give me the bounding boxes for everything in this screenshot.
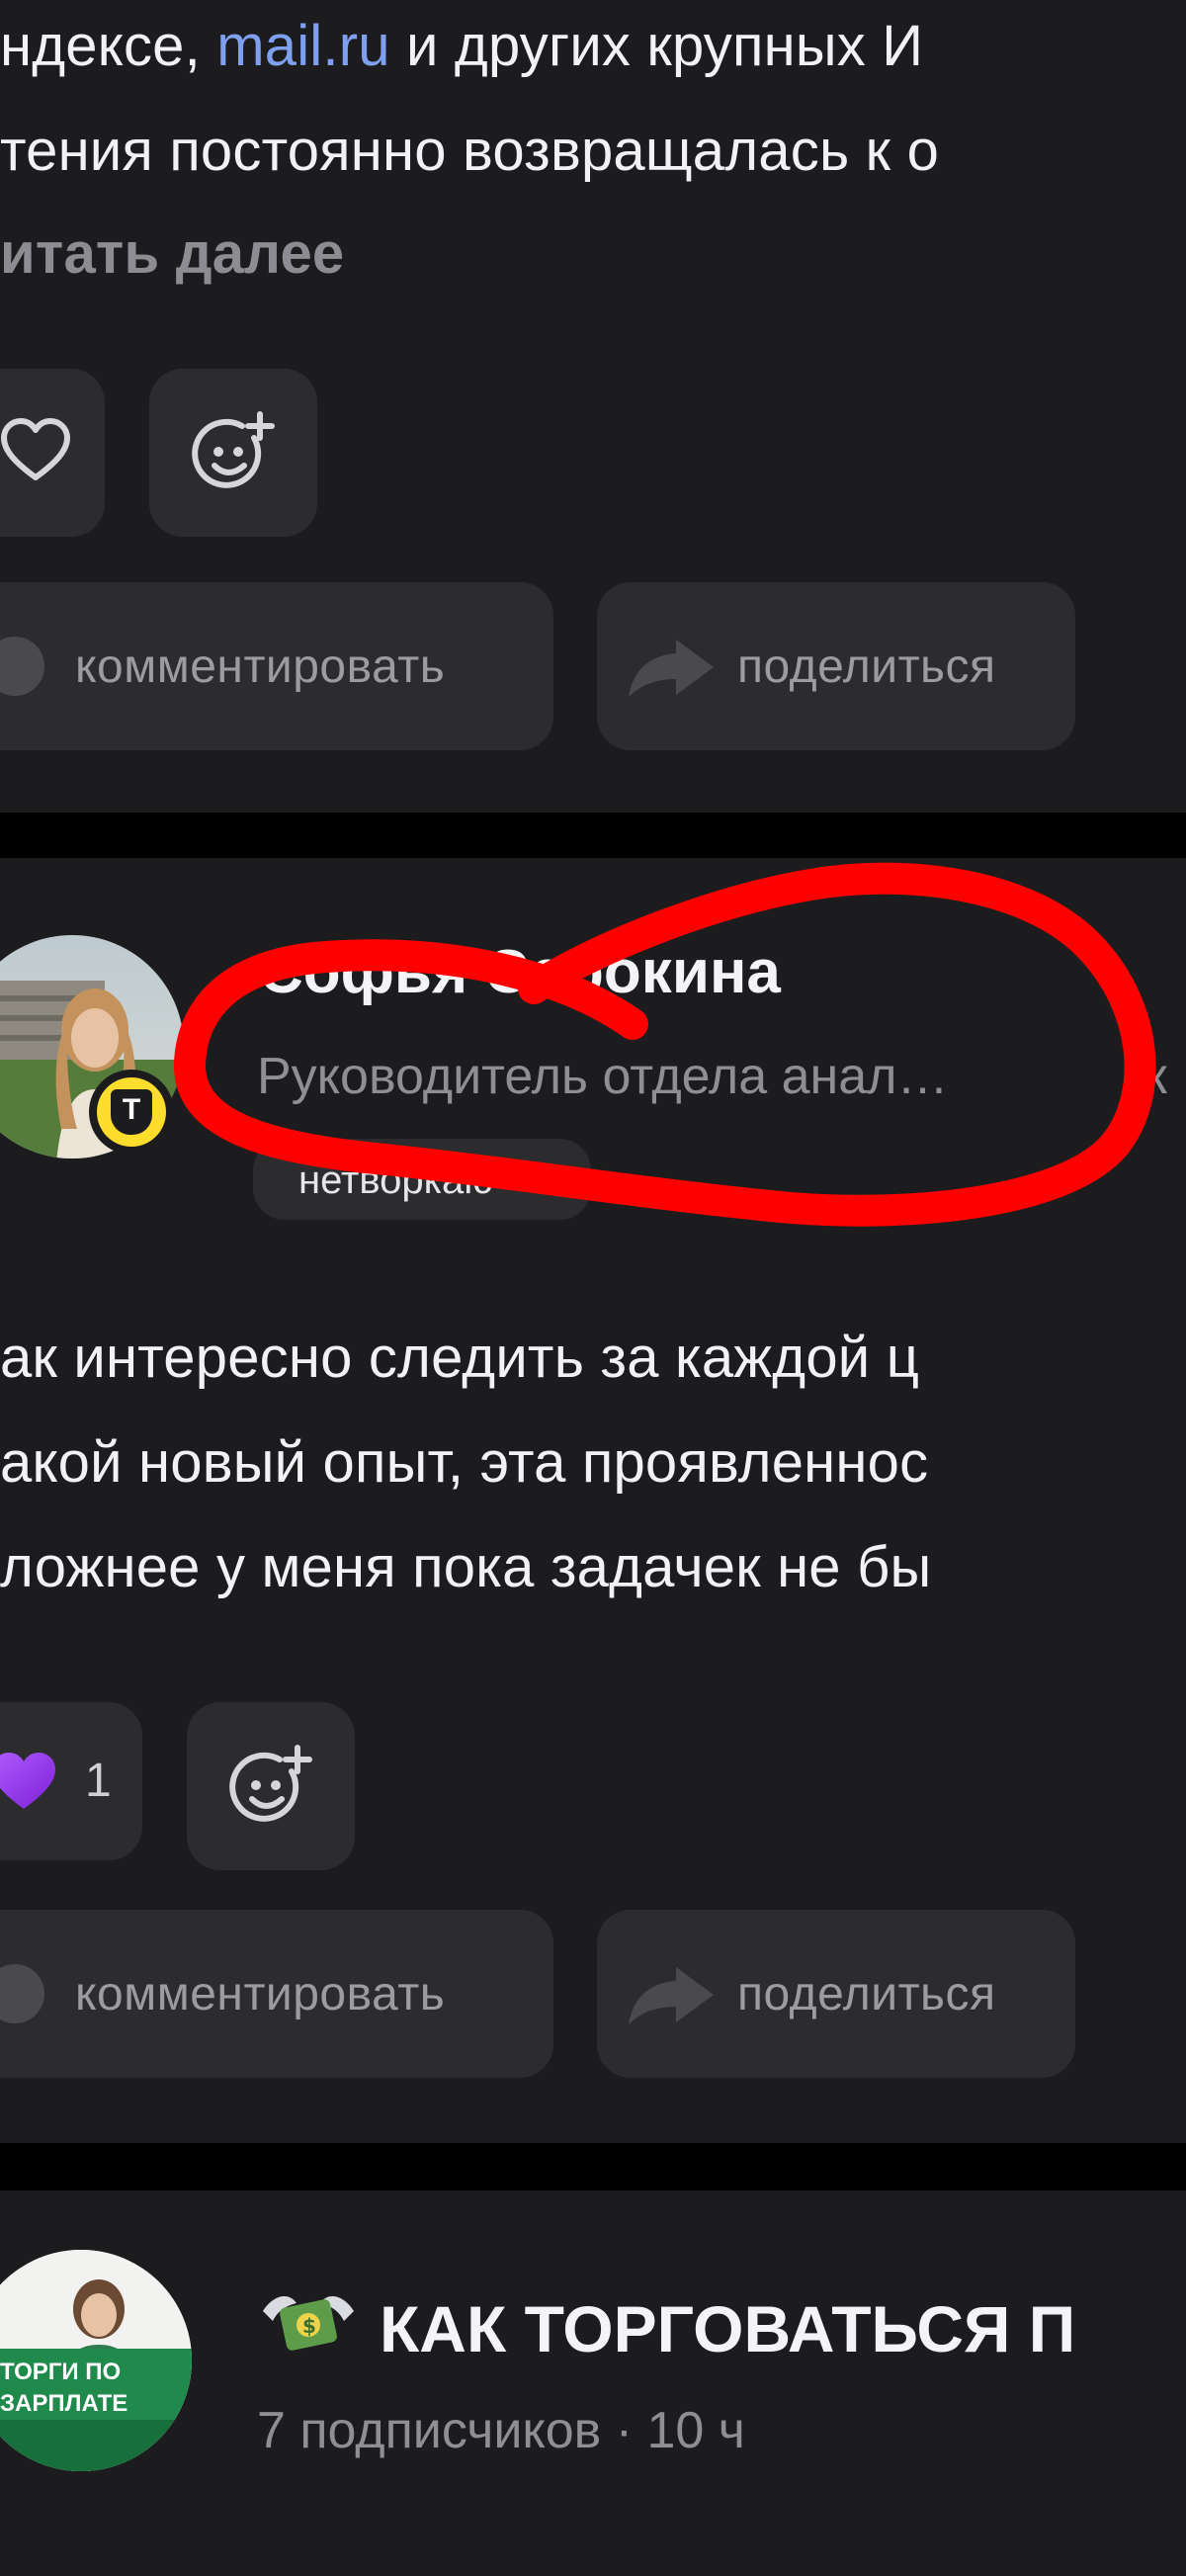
add-reaction-button[interactable] <box>187 1702 355 1870</box>
like-button[interactable]: 1 <box>0 1702 142 1860</box>
channel-avatar[interactable]: ТОРГИ ПО ЗАРПЛАТЕ <box>0 2250 192 2471</box>
svg-text:$: $ <box>302 2314 316 2338</box>
channel-title[interactable]: КАК ТОРГОВАТЬСЯ П <box>380 2291 1075 2366</box>
comment-icon <box>0 1964 44 2023</box>
like-count: 1 <box>85 1755 112 1807</box>
post-text-line: ак интересно следить за каждой ц <box>0 1326 920 1390</box>
red-scribble-annotation <box>174 862 1156 1227</box>
share-arrow-icon <box>629 1967 714 2024</box>
post-text-line: ложнее у меня пока задачек не бы <box>0 1535 932 1599</box>
comment-button[interactable]: комментировать <box>0 1910 553 2078</box>
share-button[interactable]: поделиться <box>597 1910 1075 2078</box>
heart-filled-icon <box>0 1753 55 1809</box>
channel-meta: 7 подписчиков · 10 ч <box>257 2402 745 2459</box>
add-emoji-icon <box>229 1745 312 1822</box>
post-text-line: акой новый опыт, эта проявленнос <box>0 1430 929 1495</box>
money-wings-emoji-icon: $ <box>263 2296 354 2351</box>
post-card-3: ТОРГИ ПО ЗАРПЛАТЕ $ КАК ТОРГОВАТЬСЯ П 7 … <box>0 2190 1186 2576</box>
